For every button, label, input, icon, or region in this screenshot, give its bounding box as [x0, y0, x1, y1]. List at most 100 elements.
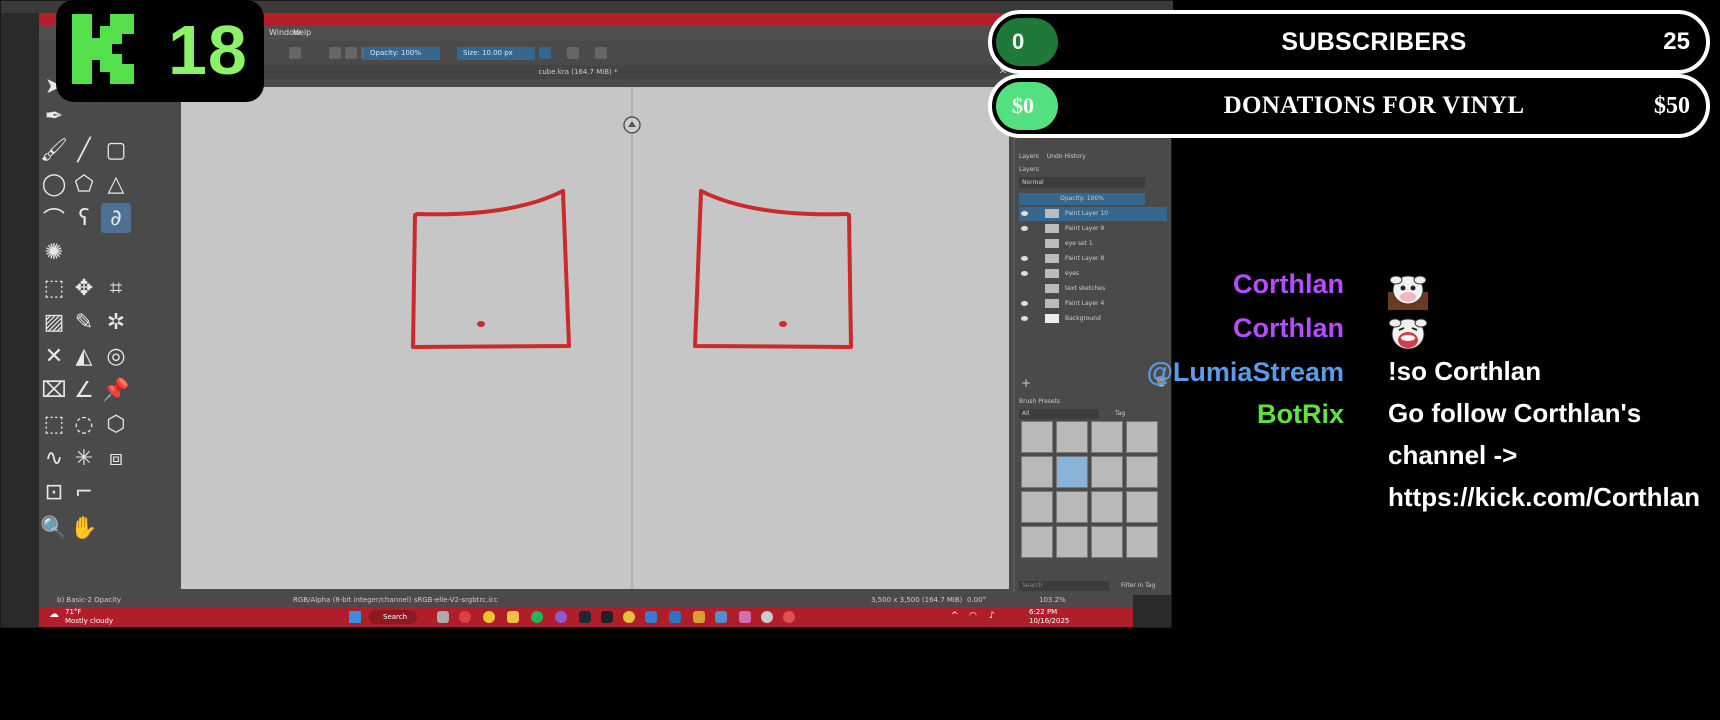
chrome-icon[interactable]: [483, 611, 495, 623]
filter-in-tag-checkbox[interactable]: Filter in Tag: [1121, 581, 1155, 591]
layer-row[interactable]: text sketches: [1019, 282, 1167, 296]
epic-icon[interactable]: [601, 611, 613, 623]
brush-preset[interactable]: [1126, 526, 1158, 558]
brush-preset[interactable]: [1091, 421, 1123, 453]
drawing-canvas[interactable]: [181, 87, 1009, 589]
freehand-path-icon[interactable]: ʕ: [69, 203, 99, 233]
dropdown-icon[interactable]: [289, 47, 301, 59]
crop-tool-icon[interactable]: ⌗: [101, 273, 131, 303]
discord-icon[interactable]: [555, 611, 567, 623]
steam-icon[interactable]: [579, 611, 591, 623]
layer-opacity-slider[interactable]: Opacity: 100%: [1019, 193, 1145, 205]
brush-icon[interactable]: 🖌: [39, 135, 69, 165]
layer-row[interactable]: Paint Layer 9: [1019, 222, 1167, 236]
brush-preset[interactable]: [1021, 526, 1053, 558]
assistant-icon[interactable]: ◎: [101, 341, 131, 371]
tray-chevron-icon[interactable]: ^: [951, 611, 959, 621]
ellipse-icon[interactable]: ◯: [39, 169, 69, 199]
preserve-alpha-icon[interactable]: [345, 47, 357, 59]
app-icon[interactable]: [623, 611, 635, 623]
brush-preset[interactable]: [1021, 491, 1053, 523]
eye-icon[interactable]: [1021, 226, 1028, 231]
brush-preset[interactable]: [1126, 491, 1158, 523]
wrap-icon[interactable]: [567, 47, 579, 59]
lasso-select-icon[interactable]: ∿: [39, 443, 69, 473]
brush-preset[interactable]: [1126, 421, 1158, 453]
layer-row[interactable]: Background: [1019, 312, 1167, 326]
clock-date[interactable]: 10/16/2025: [1029, 617, 1069, 625]
opacity-slider[interactable]: Opacity: 100%: [364, 47, 440, 60]
opera-icon[interactable]: [459, 611, 471, 623]
layer-row[interactable]: eye set 1: [1019, 237, 1167, 251]
brush-filter-select[interactable]: All: [1019, 409, 1099, 419]
measure-icon[interactable]: ∠: [69, 375, 99, 405]
calligraphy-icon[interactable]: ✒: [39, 101, 69, 131]
taskbar-search[interactable]: Search: [369, 610, 417, 624]
multibrush-icon[interactable]: ✺: [39, 237, 69, 267]
spotify-icon[interactable]: [531, 611, 543, 623]
menu-help[interactable]: Help: [293, 25, 311, 41]
volume-icon[interactable]: ♪: [989, 611, 995, 621]
eye-icon[interactable]: [1021, 301, 1028, 306]
mail-icon[interactable]: [645, 611, 657, 623]
brush-preset[interactable]: [1091, 491, 1123, 523]
mirror-icon[interactable]: [539, 47, 551, 59]
eye-icon[interactable]: [1021, 271, 1028, 276]
clock-time[interactable]: 6:22 PM: [1029, 608, 1057, 616]
eye-icon[interactable]: [1021, 256, 1028, 261]
zoom-icon[interactable]: 🔍: [39, 513, 69, 543]
krita-icon[interactable]: [739, 611, 751, 623]
brush-search-input[interactable]: Search: [1019, 581, 1109, 591]
magic-wand-icon[interactable]: ✳: [69, 443, 99, 473]
add-layer-icon[interactable]: +: [1021, 377, 1031, 389]
move-icon[interactable]: ✥: [69, 273, 99, 303]
reference-icon[interactable]: ⌧: [39, 375, 69, 405]
layer-row[interactable]: eyes: [1019, 267, 1167, 281]
brush-preset[interactable]: [1056, 526, 1088, 558]
magnetic-select-icon[interactable]: ⌐: [69, 477, 99, 507]
network-icon[interactable]: ◠: [969, 611, 977, 621]
app-icon[interactable]: [783, 611, 795, 623]
pan-icon[interactable]: ✋: [69, 513, 99, 543]
brush-preset[interactable]: [1056, 491, 1088, 523]
transform-icon[interactable]: ⬚: [39, 273, 69, 303]
tab-layers[interactable]: Layers: [1019, 151, 1039, 163]
similar-select-icon[interactable]: ⧈: [101, 443, 131, 473]
fill-icon[interactable]: ✕: [39, 341, 69, 371]
rectangle-icon[interactable]: ▢: [101, 135, 131, 165]
polygon-select-icon[interactable]: ⬡: [101, 409, 131, 439]
color-picker-icon[interactable]: ✎: [69, 307, 99, 337]
crop-icon[interactable]: [595, 47, 607, 59]
brush-preset[interactable]: [1021, 456, 1053, 488]
brush-preset[interactable]: [1056, 456, 1088, 488]
brush-preset[interactable]: [1126, 456, 1158, 488]
ellipse-select-icon[interactable]: ◌: [69, 409, 99, 439]
layer-row[interactable]: Paint Layer 10: [1019, 207, 1167, 221]
rect-select-icon[interactable]: ⬚: [39, 409, 69, 439]
eye-icon[interactable]: [1021, 211, 1028, 216]
explorer-icon[interactable]: [507, 611, 519, 623]
brush-preset[interactable]: [1091, 456, 1123, 488]
polyline-icon[interactable]: △: [101, 169, 131, 199]
document-tab[interactable]: cube.kra (164.7 MiB) * ✕: [143, 65, 1013, 79]
eye-icon[interactable]: [1021, 316, 1028, 321]
obs-icon[interactable]: [761, 611, 773, 623]
eraser-icon[interactable]: [329, 47, 341, 59]
store-icon[interactable]: [669, 611, 681, 623]
start-icon[interactable]: [349, 611, 361, 623]
layer-row[interactable]: Paint Layer 4: [1019, 297, 1167, 311]
task-view-icon[interactable]: [437, 611, 449, 623]
gradient-icon[interactable]: ▨: [39, 307, 69, 337]
brush-preset[interactable]: [1056, 421, 1088, 453]
size-slider[interactable]: Size: 10.00 px: [457, 47, 535, 60]
line-icon[interactable]: ╱: [69, 135, 99, 165]
brush-preset[interactable]: [1091, 526, 1123, 558]
bezier-icon[interactable]: ⌒: [39, 203, 69, 233]
bezier-select-icon[interactable]: ⊡: [39, 477, 69, 507]
brush-preset[interactable]: [1021, 421, 1053, 453]
blend-mode-select[interactable]: Normal: [1019, 177, 1145, 188]
tab-undo-history[interactable]: Undo History: [1047, 151, 1086, 163]
layer-row[interactable]: Paint Layer 8: [1019, 252, 1167, 266]
folder-icon[interactable]: [693, 611, 705, 623]
pin-icon[interactable]: 📌: [101, 375, 131, 405]
